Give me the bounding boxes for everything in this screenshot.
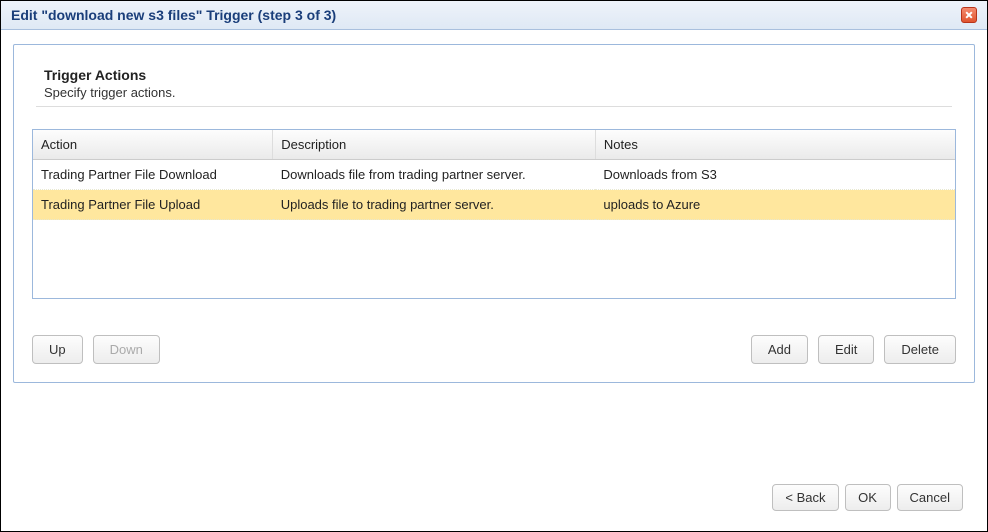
cell-action: Trading Partner File Download <box>33 160 273 190</box>
actions-table: Action Description Notes Trading Partner… <box>33 130 955 220</box>
cell-description: Downloads file from trading partner serv… <box>273 160 596 190</box>
cell-description: Uploads file to trading partner server. <box>273 190 596 220</box>
dialog-title: Edit "download new s3 files" Trigger (st… <box>11 7 336 23</box>
down-button[interactable]: Down <box>93 335 160 364</box>
crud-buttons: Add Edit Delete <box>751 335 956 364</box>
ok-button[interactable]: OK <box>845 484 891 511</box>
back-button[interactable]: < Back <box>772 484 838 511</box>
cell-notes: Downloads from S3 <box>595 160 955 190</box>
dialog-window: Edit "download new s3 files" Trigger (st… <box>1 1 987 531</box>
section-subtitle: Specify trigger actions. <box>44 85 956 106</box>
col-header-action[interactable]: Action <box>33 130 273 160</box>
close-icon[interactable] <box>961 7 977 23</box>
section-title: Trigger Actions <box>44 67 956 83</box>
cell-notes: uploads to Azure <box>595 190 955 220</box>
divider <box>36 106 952 107</box>
col-header-description[interactable]: Description <box>273 130 596 160</box>
edit-button[interactable]: Edit <box>818 335 874 364</box>
panel-actions: Up Down Add Edit Delete <box>32 335 956 364</box>
delete-button[interactable]: Delete <box>884 335 956 364</box>
cancel-button[interactable]: Cancel <box>897 484 963 511</box>
content-panel: Trigger Actions Specify trigger actions.… <box>13 44 975 383</box>
col-header-notes[interactable]: Notes <box>595 130 955 160</box>
dialog-body: Trigger Actions Specify trigger actions.… <box>1 30 987 531</box>
table-row[interactable]: Trading Partner File Upload Uploads file… <box>33 190 955 220</box>
cell-action: Trading Partner File Upload <box>33 190 273 220</box>
add-button[interactable]: Add <box>751 335 808 364</box>
reorder-buttons: Up Down <box>32 335 160 364</box>
table-row[interactable]: Trading Partner File Download Downloads … <box>33 160 955 190</box>
titlebar: Edit "download new s3 files" Trigger (st… <box>1 1 987 30</box>
dialog-footer: < Back OK Cancel <box>13 476 975 521</box>
actions-table-container: Action Description Notes Trading Partner… <box>32 129 956 299</box>
up-button[interactable]: Up <box>32 335 83 364</box>
